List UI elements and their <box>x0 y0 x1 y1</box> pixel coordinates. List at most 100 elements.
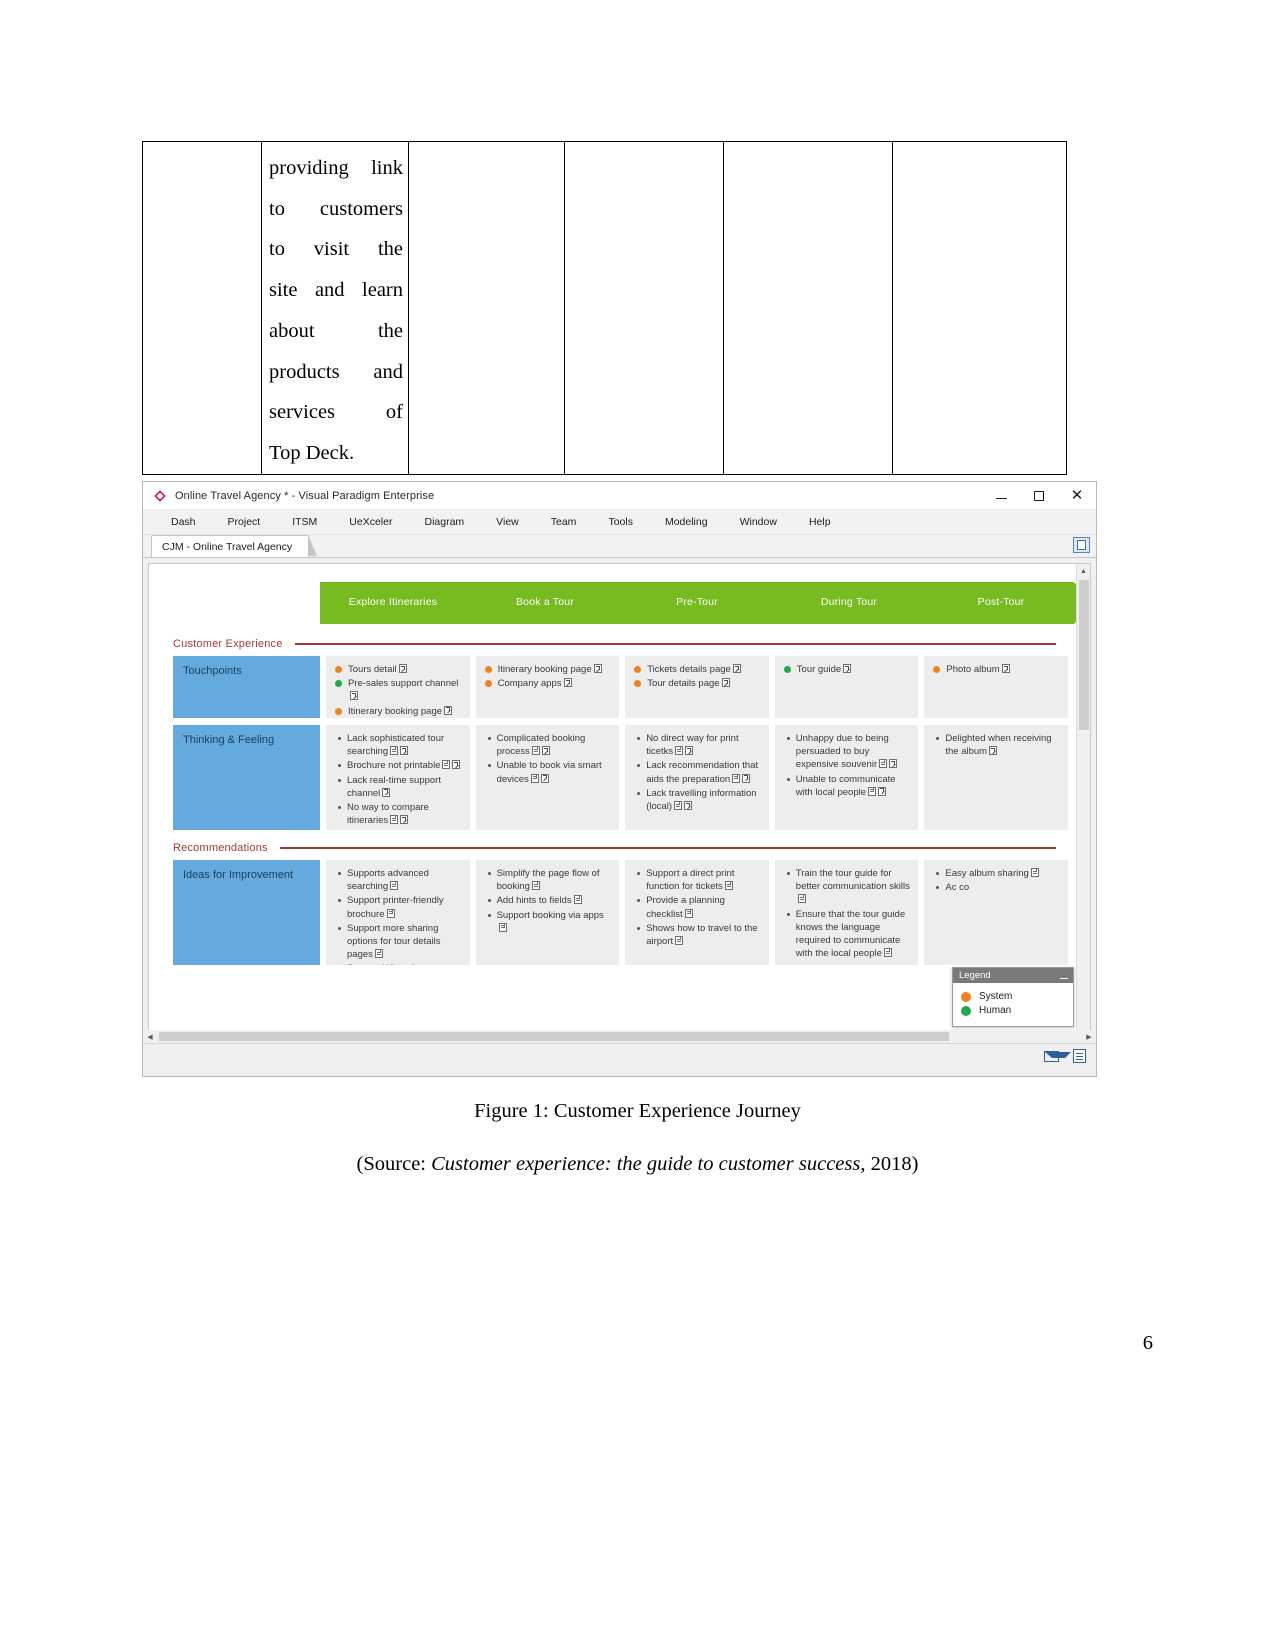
list-item[interactable]: Lack recommendation that aids the prepar… <box>637 759 761 785</box>
cell-touchpoints-explore[interactable]: Tours detail Pre-sales support channel I… <box>326 656 470 718</box>
list-item[interactable]: Shows how to travel to the airport <box>637 922 761 948</box>
cell-ideas-during[interactable]: Train the tour guide for better communic… <box>774 860 919 965</box>
document-icon[interactable] <box>883 948 892 958</box>
open-link-icon[interactable] <box>685 746 694 756</box>
open-link-icon[interactable] <box>350 691 358 701</box>
document-icon[interactable] <box>684 908 693 918</box>
list-item[interactable]: Pre-sales support channel <box>335 677 462 703</box>
open-link-icon[interactable] <box>540 773 549 783</box>
cell-ideas-pretour[interactable]: Support a direct print function for tick… <box>625 860 769 965</box>
scroll-up-icon[interactable]: ▲ <box>1077 564 1090 578</box>
open-link-icon[interactable] <box>563 678 572 688</box>
document-icon[interactable] <box>498 922 507 932</box>
open-link-icon[interactable] <box>684 801 693 811</box>
list-item[interactable]: Photo album <box>933 663 1060 676</box>
list-item[interactable]: Lack travelling information (local) <box>637 787 761 813</box>
open-link-icon[interactable] <box>382 787 391 797</box>
cell-touchpoints-pretour[interactable]: Tickets details page Tour details page <box>625 656 769 718</box>
document-icon[interactable] <box>573 895 582 905</box>
menu-item-tools[interactable]: Tools <box>592 510 649 534</box>
list-item[interactable]: Unhappy due to being persuaded to buy ex… <box>786 732 911 772</box>
cell-thinking-pretour[interactable]: No direct way for print ticetks Lack rec… <box>625 725 769 830</box>
scroll-left-icon[interactable]: ◀ <box>143 1030 157 1043</box>
cell-thinking-post[interactable]: Delighted when receiving the album <box>924 725 1068 830</box>
open-link-icon[interactable] <box>1001 664 1010 673</box>
stage-during-tour[interactable]: During Tour <box>759 582 939 624</box>
cell-ideas-book[interactable]: Simplify the page flow of booking Add hi… <box>475 860 620 965</box>
list-item[interactable]: Support a direct print function for tick… <box>637 867 761 893</box>
open-link-icon[interactable] <box>732 664 741 673</box>
open-link-icon[interactable] <box>889 759 898 769</box>
stage-book-a-tour[interactable]: Book a Tour <box>455 582 635 624</box>
document-icon[interactable] <box>442 760 451 770</box>
cell-touchpoints-book[interactable]: Itinerary booking page Company apps <box>475 656 620 718</box>
list-item[interactable]: Support WhatsApp <box>347 962 462 965</box>
list-item[interactable]: Easy album sharing <box>936 867 1060 880</box>
list-item[interactable]: Support more sharing options for tour de… <box>338 922 462 962</box>
list-item[interactable]: Unable to book via smart devices <box>487 759 612 785</box>
menu-item-modeling[interactable]: Modeling <box>649 510 724 534</box>
minimize-button[interactable] <box>982 482 1020 509</box>
list-item[interactable]: Train the tour guide for better communic… <box>786 867 911 907</box>
document-icon[interactable] <box>675 746 684 756</box>
list-item[interactable]: No direct way for print ticetks <box>637 732 761 758</box>
list-item[interactable]: Unable to communicate with local people <box>786 773 911 799</box>
document-icon[interactable] <box>1030 868 1039 877</box>
list-item[interactable]: Lack real-time support channel <box>338 774 462 800</box>
cell-ideas-post[interactable]: Easy album sharing Ac co <box>924 860 1068 965</box>
list-item[interactable]: Supports advanced searching <box>338 867 462 893</box>
open-link-icon[interactable] <box>593 664 602 673</box>
maximize-button[interactable] <box>1020 482 1058 509</box>
document-icon[interactable] <box>374 949 383 959</box>
document-icon[interactable] <box>675 936 684 946</box>
list-item[interactable]: Complicated booking process <box>487 732 612 758</box>
panel-toggle-icon[interactable] <box>1073 537 1090 553</box>
document-icon[interactable] <box>390 746 399 756</box>
open-link-icon[interactable] <box>400 746 409 756</box>
cell-thinking-during[interactable]: Unhappy due to being persuaded to buy ex… <box>774 725 919 830</box>
document-icon[interactable] <box>390 881 399 891</box>
open-link-icon[interactable] <box>878 786 887 796</box>
open-link-icon[interactable] <box>742 773 751 783</box>
list-item[interactable]: Add hints to fields <box>487 894 612 907</box>
open-link-icon[interactable] <box>444 705 453 715</box>
list-item[interactable]: Tickets details page <box>634 663 761 676</box>
menu-item-view[interactable]: View <box>480 510 535 534</box>
list-item[interactable]: Itinerary booking page <box>484 663 612 676</box>
list-item[interactable]: Lack sophisticated tour searching <box>338 732 462 758</box>
document-icon[interactable] <box>531 746 540 756</box>
document-icon[interactable] <box>674 801 683 811</box>
list-item[interactable]: Brochure not printable <box>338 759 462 772</box>
vertical-scroll-thumb[interactable] <box>1079 580 1089 730</box>
note-icon[interactable] <box>1073 1049 1086 1063</box>
cell-ideas-explore[interactable]: Supports advanced searching Support prin… <box>326 860 470 965</box>
open-link-icon[interactable] <box>541 746 550 756</box>
stage-explore-itineraries[interactable]: Explore Itineraries <box>320 582 483 624</box>
list-item[interactable]: Support printer-friendly brochure <box>338 894 462 920</box>
open-link-icon[interactable] <box>989 746 998 756</box>
horizontal-scrollbar[interactable]: ◀ ▶ <box>143 1030 1096 1043</box>
mail-icon[interactable] <box>1044 1050 1071 1062</box>
menu-item-window[interactable]: Window <box>724 510 793 534</box>
document-icon[interactable] <box>797 894 806 904</box>
close-button[interactable]: ✕ <box>1058 482 1096 509</box>
menu-item-itsm[interactable]: ITSM <box>276 510 333 534</box>
menu-item-dash[interactable]: Dash <box>155 510 212 534</box>
legend-panel[interactable]: Legend System Human <box>952 967 1074 1027</box>
menu-item-diagram[interactable]: Diagram <box>408 510 480 534</box>
open-link-icon[interactable] <box>843 664 852 673</box>
document-icon[interactable] <box>868 786 877 796</box>
document-icon[interactable] <box>390 815 399 825</box>
diagram-canvas[interactable]: Explore Itineraries Book a Tour Pre-Tour… <box>148 563 1091 1042</box>
open-link-icon[interactable] <box>452 760 461 770</box>
document-icon[interactable] <box>531 881 540 891</box>
menu-item-help[interactable]: Help <box>793 510 847 534</box>
stage-post-tour[interactable]: Post-Tour <box>911 582 1090 624</box>
list-item[interactable]: Company apps <box>484 677 612 690</box>
cell-thinking-explore[interactable]: Lack sophisticated tour searching Brochu… <box>326 725 470 830</box>
list-item[interactable]: Itinerary booking page <box>335 705 462 718</box>
cell-touchpoints-during[interactable]: Tour guide <box>774 656 919 718</box>
list-item[interactable]: Ac co <box>936 881 1060 894</box>
list-item[interactable]: Delighted when receiving the album <box>936 732 1060 758</box>
scroll-right-icon[interactable]: ▶ <box>1082 1030 1096 1043</box>
